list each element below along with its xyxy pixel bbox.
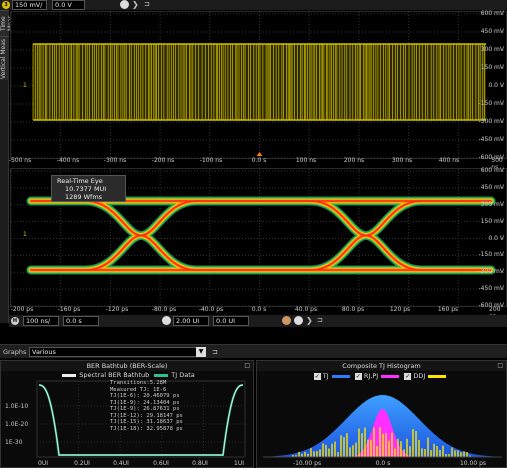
waveform-x-axis: -500 ns -400 ns -300 ns -200 ns -100 ns 0.0 s… bbox=[8, 157, 507, 171]
x-tick-label: 0.4UI bbox=[113, 460, 129, 467]
graphs-label: Graphs bbox=[3, 348, 27, 356]
pin-icon[interactable]: ⊐ bbox=[144, 0, 150, 8]
y-tick-label: 300 mV bbox=[480, 46, 504, 53]
x-tick-label: -500 ns bbox=[8, 157, 32, 164]
ui-scale-field[interactable]: 2.00 UI bbox=[173, 316, 209, 326]
x-tick-label: 100 ns bbox=[295, 157, 317, 164]
eye-info-value: 10.7377 MUI bbox=[65, 185, 107, 193]
y-tick-label: 150 mV bbox=[480, 218, 504, 225]
x-tick-label: 1UI bbox=[234, 460, 244, 467]
x-tick-label: 0.2UI bbox=[74, 460, 90, 467]
horizontal-toolbar: H 100 ns/ 0.0 s 2.00 UI 0.0 UI ❯ ⊐ bbox=[9, 315, 507, 327]
x-tick-label: 40.0 ps bbox=[294, 306, 318, 313]
x-tick-label: 80.0 ps bbox=[341, 306, 365, 313]
chevron-right-icon[interactable]: ❯ bbox=[132, 0, 139, 9]
x-tick-label: 400 ns bbox=[438, 157, 460, 164]
ber-bathtub-panel[interactable]: BER Bathtub (BER-Scale) □ Spectral BER B… bbox=[0, 360, 254, 468]
eye-channel-marker[interactable]: 1 bbox=[23, 231, 27, 238]
bathtub-stat-line: TJ(1E-15): 31.18637 ps bbox=[110, 419, 183, 425]
x-tick-label: -40.0 ps bbox=[198, 306, 224, 313]
vertical-scale-field[interactable]: 150 mV/ bbox=[12, 0, 47, 10]
tab-time-meas[interactable]: Time Meas bbox=[0, 10, 14, 36]
x-tick-label: 0.8UI bbox=[192, 460, 208, 467]
bathtub-y-label: 1.0E-20 bbox=[5, 421, 29, 428]
clock-icon[interactable] bbox=[294, 316, 303, 325]
y-tick-label: 0.0 V bbox=[488, 82, 504, 89]
eye-info-box[interactable]: Real-Time Eye 10.7377 MUI 1289 Wfms bbox=[51, 175, 126, 202]
ui-knob-icon[interactable] bbox=[162, 316, 171, 325]
x-tick-label: 200 ns bbox=[343, 157, 365, 164]
bathtub-y-label: 1E-30 bbox=[5, 439, 23, 446]
y-tick-label: 150 mV bbox=[480, 64, 504, 71]
x-tick-label: 0.0 s bbox=[375, 460, 391, 467]
y-tick-label: 0.0 V bbox=[488, 235, 504, 242]
y-tick-label: -300 mV bbox=[478, 268, 504, 275]
graphs-select[interactable]: Various bbox=[29, 347, 205, 357]
color-knob-icon[interactable] bbox=[282, 316, 291, 325]
waveform-trace bbox=[11, 12, 507, 160]
histogram-chart bbox=[263, 395, 502, 458]
position-knob-icon[interactable] bbox=[120, 0, 129, 9]
x-tick-label: -200 ns bbox=[151, 157, 175, 164]
measurement-side-tabs: Vertical Meas Time Meas bbox=[0, 10, 14, 323]
bathtub-y-label: 1.0E-10 bbox=[5, 403, 29, 410]
y-tick-label: 450 mV bbox=[480, 184, 504, 191]
y-tick-label: 300 mV bbox=[480, 201, 504, 208]
x-tick-label: 120 ps bbox=[389, 306, 411, 313]
channel-badge[interactable]: 3 bbox=[2, 1, 10, 9]
x-tick-label: 0.0 s bbox=[251, 306, 267, 313]
y-tick-label: -300 mV bbox=[478, 118, 504, 125]
x-tick-label: -300 ns bbox=[103, 157, 127, 164]
bathtub-stats: Transitions:5.28M Measured TJ: 1E-6 TJ(1E-… bbox=[110, 380, 183, 432]
pin-icon[interactable]: ⊐ bbox=[317, 316, 323, 324]
bathtub-stat-line: TJ(1E-9): 26.87631 ps bbox=[110, 406, 180, 412]
y-tick-label: -150 mV bbox=[478, 251, 504, 258]
tab-vertical-meas[interactable]: Vertical Meas bbox=[0, 36, 9, 80]
x-tick-label: 0.6UI bbox=[153, 460, 169, 467]
y-tick-label: 600 mV bbox=[480, 167, 504, 174]
pin-icon[interactable]: ⊐ bbox=[212, 348, 218, 356]
channel-marker[interactable]: 1 bbox=[23, 82, 27, 89]
ui-position-field[interactable]: 0.0 UI bbox=[213, 316, 249, 326]
y-tick-label: 600 mV bbox=[480, 10, 504, 17]
dropdown-arrow-icon[interactable]: ▼ bbox=[196, 347, 206, 357]
x-tick-label: 0.0 s bbox=[251, 157, 267, 164]
eye-info-count: 1289 Wfms bbox=[65, 193, 103, 201]
top-toolbar: 3 150 mV/ 0.0 V ❯ ⊐ bbox=[0, 0, 507, 10]
eye-diagram-plot[interactable]: Real-Time Eye 10.7377 MUI 1289 Wfms 1 60… bbox=[10, 167, 507, 309]
eye-x-axis: -200 ps -160 ps -120 ps -80.0 ps -40.0 ps 0.0… bbox=[10, 306, 507, 320]
bathtub-stat-line: TJ(1E-6): 20.46079 ps bbox=[110, 393, 180, 399]
x-tick-label: -200 ps bbox=[10, 306, 34, 313]
y-tick-label: -450 mV bbox=[478, 136, 504, 143]
waveform-plot[interactable]: 1 600 mV 450 mV 300 mV 150 mV 0.0 V -150 mV -3… bbox=[10, 10, 507, 161]
x-tick-label: 0UI bbox=[38, 460, 48, 467]
vertical-offset-field[interactable]: 0.0 V bbox=[52, 0, 85, 10]
y-tick-label: -450 mV bbox=[478, 285, 504, 292]
timebase-field[interactable]: 100 ns/ bbox=[23, 316, 59, 326]
horizontal-position-field[interactable]: 0.0 s bbox=[63, 316, 99, 326]
x-tick-label: -120 ps bbox=[105, 306, 129, 313]
x-tick-label: -10.00 ps bbox=[292, 460, 322, 467]
x-tick-label: 10.00 ps bbox=[459, 460, 487, 467]
x-tick-label: -400 ns bbox=[56, 157, 80, 164]
x-tick-label: -80.0 ps bbox=[151, 306, 177, 313]
tj-histogram-panel[interactable]: Composite TJ Histogram □ ✓ TJ ✓ RJ,PJ ✓ … bbox=[256, 360, 507, 468]
x-tick-label: 160 ps bbox=[437, 306, 459, 313]
y-tick-label: -150 mV bbox=[478, 100, 504, 107]
chevron-right-icon[interactable]: ❯ bbox=[306, 316, 313, 325]
y-tick-label: 450 mV bbox=[480, 28, 504, 35]
horizontal-badge[interactable]: H bbox=[11, 317, 19, 325]
eye-info-title: Real-Time Eye bbox=[57, 177, 103, 185]
x-tick-label: 300 ns bbox=[391, 157, 413, 164]
x-tick-label: -160 ps bbox=[57, 306, 81, 313]
x-tick-label: -100 ns bbox=[199, 157, 223, 164]
graphs-bar: Graphs Various ▼ ⊐ bbox=[0, 344, 507, 358]
bathtub-stat-line: TJ(1E-18): 32.95878 ps bbox=[110, 425, 183, 432]
